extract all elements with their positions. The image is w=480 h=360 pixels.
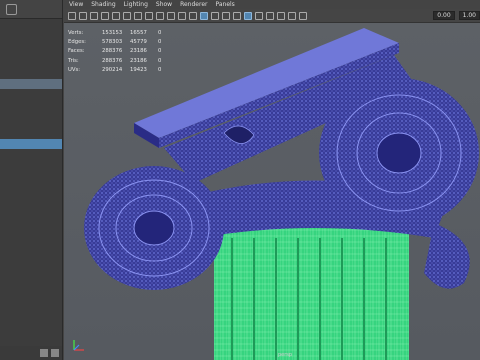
viewport-toolbar: 0.00 1.00 [64, 9, 480, 23]
hud-row-uvs: UVs: 290214 19423 0 [68, 66, 162, 73]
resolution-gate-icon[interactable] [134, 11, 142, 20]
menu-icon[interactable] [6, 3, 17, 15]
hud-row-edges: Edges: 578303 45779 0 [68, 39, 162, 46]
outliner-header [0, 0, 62, 19]
outliner-row-highlighted[interactable] [0, 139, 62, 149]
textured-icon[interactable] [211, 11, 219, 20]
field-chart-icon[interactable] [156, 11, 164, 20]
hud-row-verts: Verts: 153153 16557 0 [68, 30, 162, 36]
menu-show[interactable]: Show [156, 0, 172, 9]
outliner-row[interactable] [0, 61, 62, 71]
outliner-panel [0, 0, 63, 360]
ambient-occlusion-icon[interactable] [266, 11, 274, 20]
outliner-row[interactable] [0, 25, 62, 35]
camera-label: persp [278, 352, 293, 358]
lights-icon[interactable] [222, 11, 230, 20]
safe-action-icon[interactable] [167, 11, 175, 20]
image-plane-icon[interactable] [101, 11, 109, 20]
depth-of-field-icon[interactable] [299, 11, 307, 20]
viewport-menubar: View Shading Lighting Show Renderer Pane… [64, 0, 480, 9]
outliner-footer [0, 346, 62, 360]
outliner-row[interactable] [0, 91, 62, 101]
gamma-field[interactable]: 1.00 [458, 11, 480, 20]
outliner-row-selected[interactable] [0, 79, 62, 89]
scroll-left-icon[interactable] [40, 349, 48, 357]
camera-icon[interactable] [68, 11, 76, 20]
outliner-row[interactable] [0, 103, 62, 113]
axis-gizmo-icon [73, 340, 84, 351]
menu-panels[interactable]: Panels [215, 0, 234, 9]
grid-icon[interactable] [112, 11, 120, 20]
isolate-icon[interactable] [255, 11, 263, 20]
smooth-shade-icon[interactable] [189, 11, 197, 20]
xray-icon[interactable] [244, 11, 252, 20]
wireframe-on-shaded-icon[interactable] [200, 11, 208, 20]
film-gate-icon[interactable] [123, 11, 131, 20]
gate-mask-icon[interactable] [145, 11, 153, 20]
menu-renderer[interactable]: Renderer [180, 0, 207, 9]
column-shaft [214, 228, 409, 360]
shadows-icon[interactable] [233, 11, 241, 20]
hud-row-faces: Faces: 288376 23186 0 [68, 48, 162, 55]
menu-view[interactable]: View [69, 0, 83, 9]
bookmark-icon[interactable] [90, 11, 98, 20]
wireframe-icon[interactable] [178, 11, 186, 20]
exposure-field[interactable]: 0.00 [433, 11, 455, 20]
3d-viewport[interactable]: Verts: 153153 16557 0 Edges: 578303 45779 0 Fa… [64, 23, 480, 360]
menu-lighting[interactable]: Lighting [124, 0, 148, 9]
anti-alias-icon[interactable] [288, 11, 296, 20]
motion-blur-icon[interactable] [277, 11, 285, 20]
hud-row-tris: Tris: 288376 23186 0 [68, 57, 162, 64]
lock-camera-icon[interactable] [79, 11, 87, 20]
outliner-row[interactable] [0, 37, 62, 47]
scroll-right-icon[interactable] [51, 349, 59, 357]
left-volute [84, 166, 224, 290]
exposure-gamma-fields: 0.00 1.00 [433, 11, 480, 20]
outliner-row[interactable] [0, 49, 62, 59]
poly-count-hud: Verts: 153153 16557 0 Edges: 578303 45779 0 Fa… [68, 29, 161, 75]
outliner-row[interactable] [0, 115, 62, 125]
menu-shading[interactable]: Shading [91, 0, 115, 9]
